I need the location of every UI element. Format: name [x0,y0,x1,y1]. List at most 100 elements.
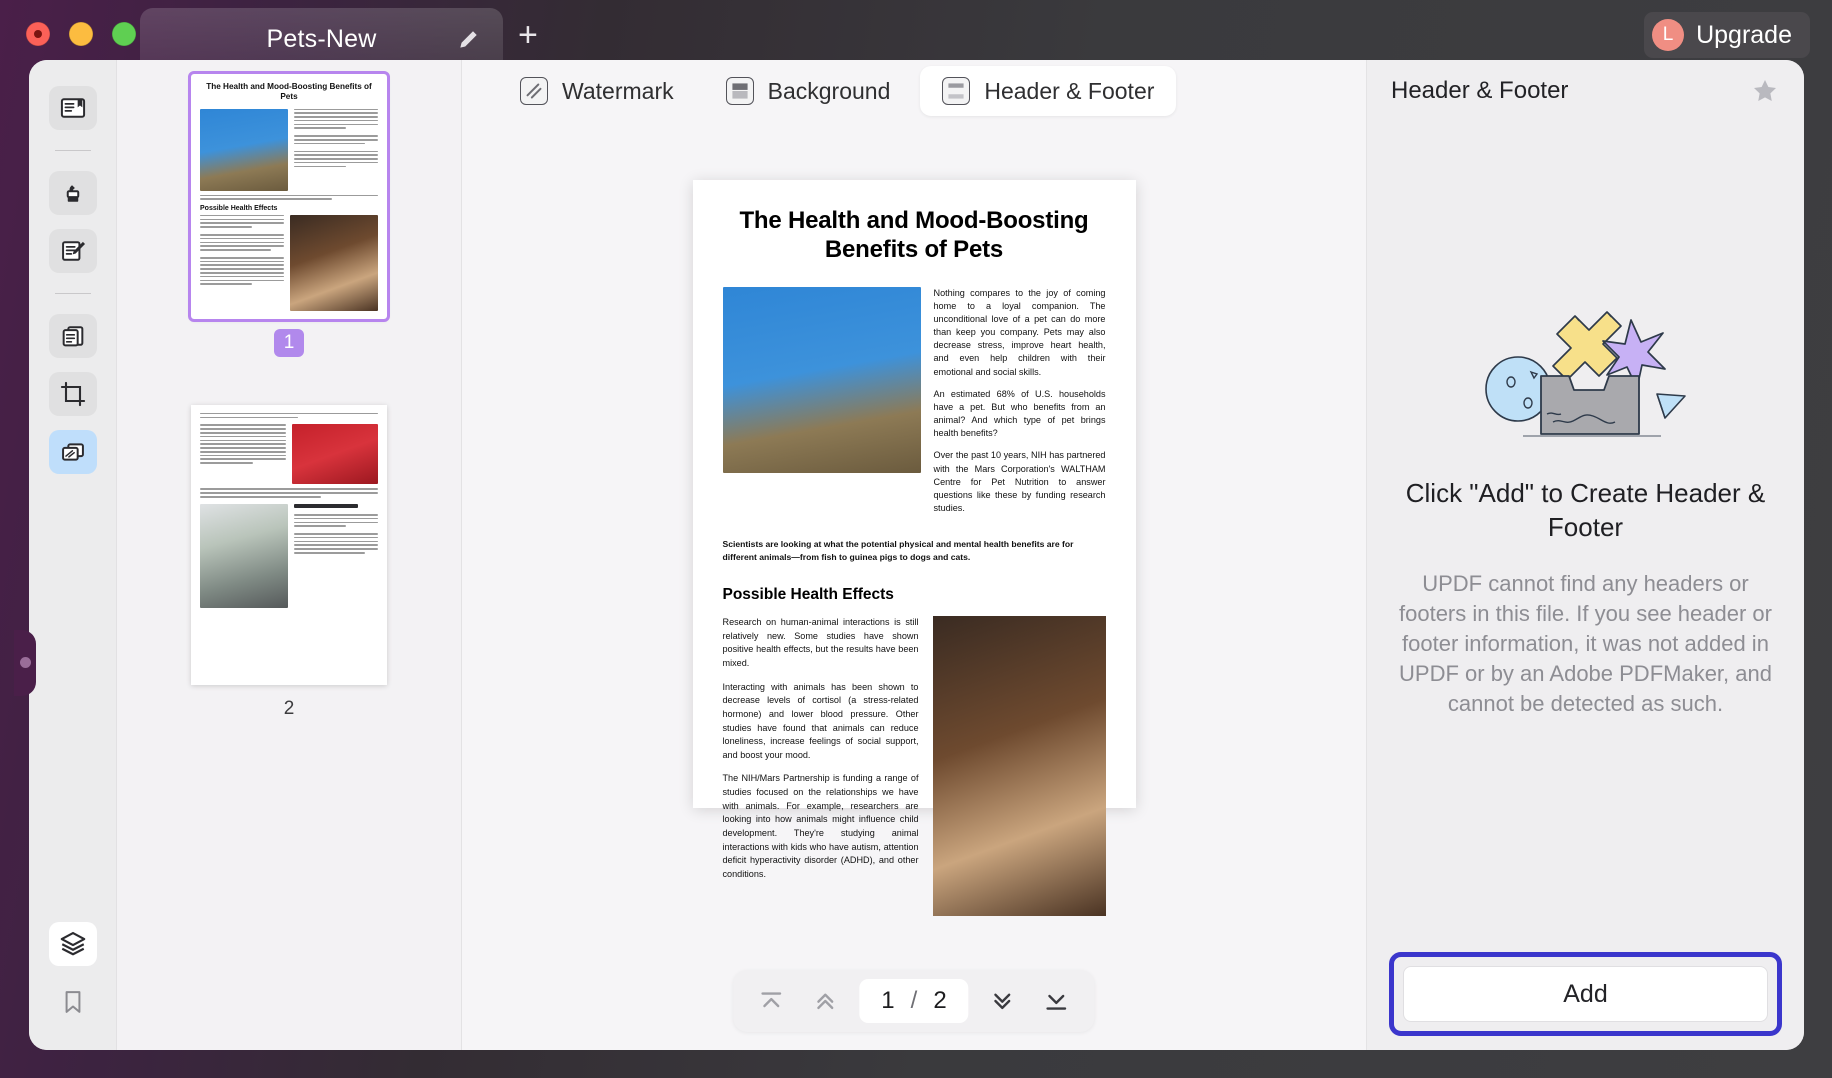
close-window-button[interactable] [26,22,50,46]
star-icon[interactable] [1750,76,1780,106]
page-separator: / [911,987,918,1015]
pdf-image-dogs [933,616,1106,916]
pdf-paragraph-1: Nothing compares to the joy of coming ho… [934,287,1106,379]
main-card: The Health and Mood-Boosting Benefits of… [29,60,1804,1050]
sidebar-item-reader[interactable] [49,86,97,130]
total-pages-value: 2 [933,987,946,1015]
sidebar-item-stamp[interactable] [49,430,97,474]
panel-title: Header & Footer [1391,77,1568,105]
bookmark-icon [59,988,87,1016]
thumbnail-item-2[interactable]: 2 [117,405,461,723]
chevron-down-double-icon [988,986,1018,1016]
thumb-image-holiday-dogs [292,424,378,484]
add-button[interactable]: Add [1403,966,1768,1022]
last-page-button[interactable] [1037,981,1077,1021]
first-page-icon [756,986,786,1016]
thumb-title: The Health and Mood-Boosting Benefits of… [200,82,378,103]
current-page-value: 1 [881,987,894,1015]
thumb-image-dogs [290,215,378,311]
thumbnail-number-2: 2 [274,695,304,723]
tab-watermark-label: Watermark [562,78,674,105]
thumb-heading: Possible Health Effects [200,205,378,212]
crop-icon [59,380,87,408]
properties-panel: Header & Footer [1366,60,1804,1050]
background-icon [726,77,754,105]
tab-watermark[interactable]: Watermark [498,66,696,116]
thumbnail-page-1[interactable]: The Health and Mood-Boosting Benefits of… [191,74,387,319]
pdf-section-body: Research on human-animal interactions is… [723,616,919,916]
thumbnail-content-2 [191,405,387,616]
thumbnail-number-1: 1 [274,329,304,357]
thumb2-lines-b [294,504,378,608]
empty-box-illustration [1471,272,1701,442]
maximize-window-button[interactable] [112,22,136,46]
rename-pencil-icon[interactable] [457,28,481,52]
upgrade-label: Upgrade [1696,21,1792,50]
pages-icon [59,322,87,350]
pdf-paragraph-3: Over the past 10 years, NIH has partnere… [934,449,1106,515]
sidebar-item-layers[interactable] [49,922,97,966]
empty-state: Click "Add" to Create Header & Footer UP… [1367,122,1804,952]
pdf-section-paragraph-2: Interacting with animals has been shown … [723,681,919,763]
watermark-icon [520,77,548,105]
tab-header-footer-label: Header & Footer [984,78,1154,105]
thumb2-lines-a [200,424,286,484]
first-page-button[interactable] [751,981,791,1021]
chevron-up-double-icon [810,986,840,1016]
thumb-image-cat [200,109,288,191]
next-page-button[interactable] [983,981,1023,1021]
tab-background[interactable]: Background [704,66,913,116]
pdf-section-heading: Possible Health Effects [723,586,1106,604]
new-tab-button[interactable]: + [518,20,538,50]
marker-icon [59,179,87,207]
tool-rail [29,60,117,1050]
last-page-icon [1042,986,1072,1016]
tab-background-label: Background [768,78,891,105]
panel-collapse-handle[interactable] [14,630,36,696]
book-bookmark-icon [59,94,87,122]
rail-divider-2 [55,293,91,294]
pdf-intro-body: Nothing compares to the joy of coming ho… [934,287,1106,525]
upgrade-button[interactable]: L Upgrade [1644,12,1810,58]
empty-state-title: Click "Add" to Create Header & Footer [1393,476,1778,545]
sidebar-item-annotate[interactable] [49,229,97,273]
layers-stack-icon [59,438,87,466]
application-window: Pets-New + L Upgrade [0,0,1832,1078]
thumb-lines-a [294,109,378,191]
pdf-title: The Health and Mood-Boosting Benefits of… [723,206,1106,265]
feature-toolbar: Watermark Background [462,60,1366,122]
empty-state-description: UPDF cannot find any headers or footers … [1393,569,1778,720]
tab-header-footer[interactable]: Header & Footer [920,66,1176,116]
doc-pen-icon [59,237,87,265]
sidebar-item-bookmark[interactable] [49,980,97,1024]
pdf-section-paragraph-3: The NIH/Mars Partnership is funding a ra… [723,772,919,881]
pdf-page-1[interactable]: The Health and Mood-Boosting Benefits of… [693,180,1136,808]
sidebar-item-highlighter[interactable] [49,171,97,215]
pdf-paragraph-2: An estimated 68% of U.S. households have… [934,388,1106,441]
pdf-caption: Scientists are looking at what the poten… [723,538,1106,564]
pdf-section-paragraph-1: Research on human-animal interactions is… [723,616,919,671]
document-viewer: Watermark Background [462,60,1366,1050]
panel-header: Header & Footer [1367,60,1804,122]
sidebar-item-crop[interactable] [49,372,97,416]
thumbnail-panel[interactable]: The Health and Mood-Boosting Benefits of… [117,60,462,1050]
thumb-image-cat-plant [200,504,288,608]
page-indicator[interactable]: 1 / 2 [859,979,968,1023]
add-button-focus-ring: Add [1389,952,1782,1036]
thumbnail-item-1[interactable]: The Health and Mood-Boosting Benefits of… [117,74,461,357]
page-navigation: 1 / 2 [733,970,1094,1032]
minimize-window-button[interactable] [69,22,93,46]
layers-icon [58,929,88,959]
avatar: L [1652,19,1684,51]
sidebar-item-pages[interactable] [49,314,97,358]
thumbnail-page-2[interactable] [191,405,387,685]
page-canvas[interactable]: The Health and Mood-Boosting Benefits of… [462,122,1366,1050]
window-controls [26,22,136,46]
document-tab-label: Pets-New [267,25,377,54]
thumbnail-content-1: The Health and Mood-Boosting Benefits of… [191,74,387,319]
rail-divider [55,150,91,151]
pdf-image-cat [723,287,921,473]
previous-page-button[interactable] [805,981,845,1021]
thumb-lines-b [200,215,284,311]
header-footer-icon [942,77,970,105]
